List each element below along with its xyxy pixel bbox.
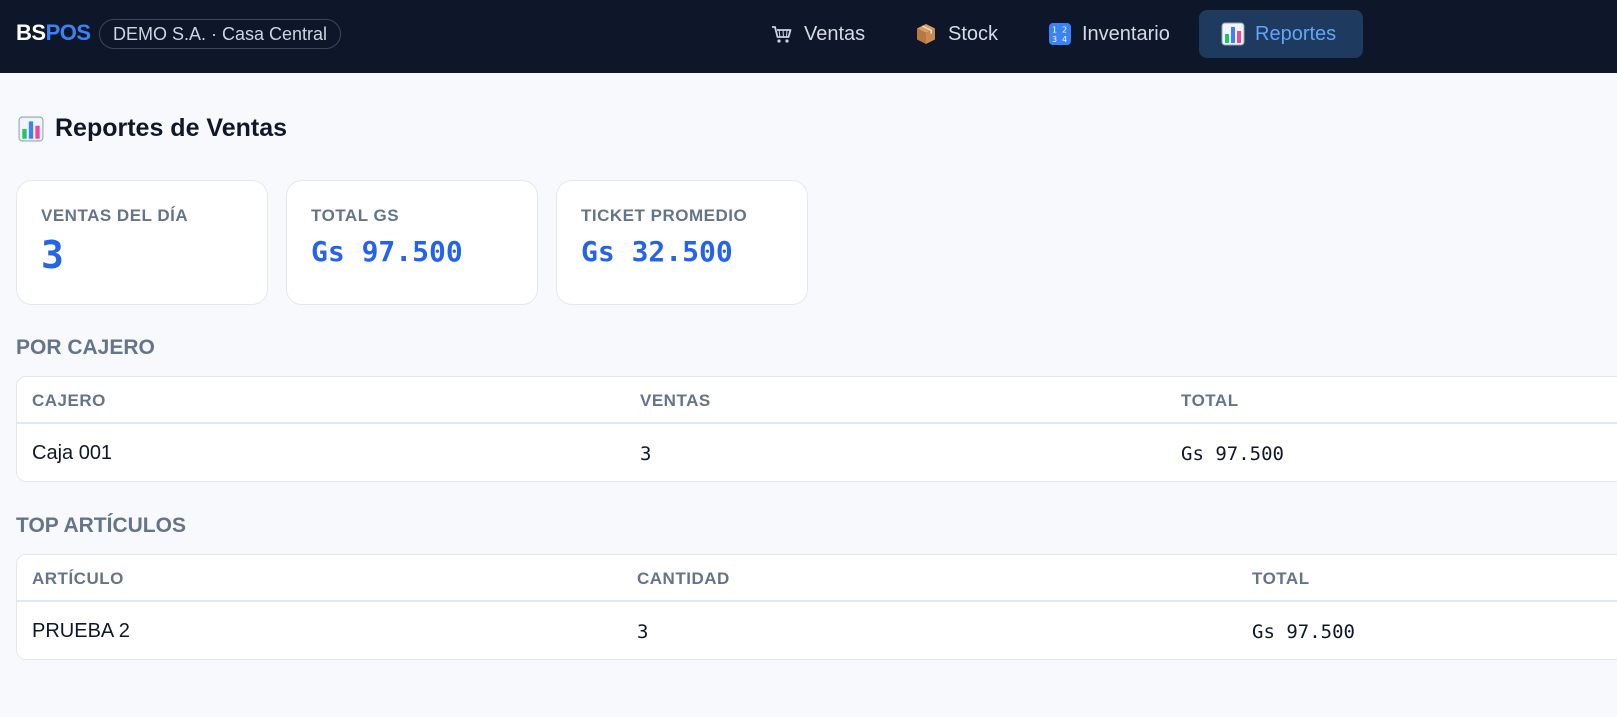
nav-tab-ventas[interactable]: Ventas (748, 10, 884, 58)
section-title-por-cajero: POR CAJERO (16, 336, 155, 359)
table-cell: Caja 001 (32, 442, 113, 464)
top-navigation-bar: BSPOS DEMO S.A. · Casa Central Ventas St… (0, 0, 1617, 73)
kpi-label: VENTAS DEL DÍA (41, 206, 189, 225)
column-header[interactable]: CAJERO (32, 391, 106, 411)
table-cell: 3 (637, 621, 649, 643)
nav-tab-inventario-label: Inventario (1082, 22, 1170, 45)
table-cell: 3 (640, 443, 652, 465)
brand-logo-part2: POS (45, 20, 91, 45)
table-cell: Gs 97.500 (1181, 443, 1284, 465)
kpi-value: Gs 32.500 (581, 235, 733, 268)
column-header[interactable]: CANTIDAD (637, 569, 730, 589)
brand-logo[interactable]: BSPOS (16, 20, 91, 46)
kpi-card-total-gs: TOTAL GS Gs 97.500 (286, 180, 538, 305)
section-title-top-articulos: TOP ARTÍCULOS (16, 514, 186, 537)
kpi-value: Gs 97.500 (311, 235, 463, 268)
cart-icon (770, 22, 794, 46)
nav-tab-stock[interactable]: Stock (892, 10, 1017, 58)
page-title: Reportes de Ventas (18, 114, 287, 143)
column-header[interactable]: TOTAL (1181, 391, 1239, 411)
bar-chart-icon (18, 116, 44, 142)
svg-text:4: 4 (1062, 35, 1067, 44)
company-badge: DEMO S.A. · Casa Central (99, 19, 342, 49)
column-header[interactable]: TOTAL (1252, 569, 1310, 589)
table-cell: Gs 97.500 (1252, 621, 1355, 643)
column-header[interactable]: ARTÍCULO (32, 569, 124, 589)
kpi-label: TOTAL GS (311, 206, 400, 225)
svg-text:2: 2 (1062, 26, 1067, 35)
svg-text:1: 1 (1052, 26, 1057, 35)
table-header: CAJERO VENTAS TOTAL (17, 377, 1617, 424)
numbers-icon: 1 2 3 4 (1048, 22, 1072, 46)
kpi-card-ticket-promedio: TICKET PROMEDIO Gs 32.500 (556, 180, 808, 305)
page-title-text: Reportes de Ventas (55, 114, 288, 142)
nav-tab-stock-label: Stock (948, 22, 999, 45)
nav-tab-inventario[interactable]: 1 2 3 4 Inventario (1026, 10, 1189, 58)
box-icon (914, 22, 938, 46)
nav-tab-ventas-label: Ventas (804, 22, 866, 45)
svg-text:3: 3 (1052, 35, 1057, 44)
table-header: ARTÍCULO CANTIDAD TOTAL (17, 555, 1617, 602)
top-items-table: ARTÍCULO CANTIDAD TOTAL PRUEBA 2 3 Gs 97… (16, 554, 1617, 660)
column-header[interactable]: VENTAS (640, 391, 711, 411)
kpi-value: 3 (41, 233, 64, 277)
nav-tab-reportes-label: Reportes (1255, 22, 1337, 45)
kpi-card-ventas-del-dia: VENTAS DEL DÍA 3 (16, 180, 268, 305)
bar-chart-icon (1221, 22, 1245, 46)
brand-logo-part1: BS (16, 20, 46, 45)
table-cell: PRUEBA 2 (32, 620, 130, 642)
kpi-label: TICKET PROMEDIO (581, 206, 748, 225)
nav-tab-reportes[interactable]: Reportes (1199, 10, 1363, 58)
table-row[interactable]: PRUEBA 2 3 Gs 97.500 (17, 604, 1617, 659)
cashier-table: CAJERO VENTAS TOTAL Caja 001 3 Gs 97.500 (16, 376, 1617, 482)
table-row[interactable]: Caja 001 3 Gs 97.500 (17, 426, 1617, 481)
